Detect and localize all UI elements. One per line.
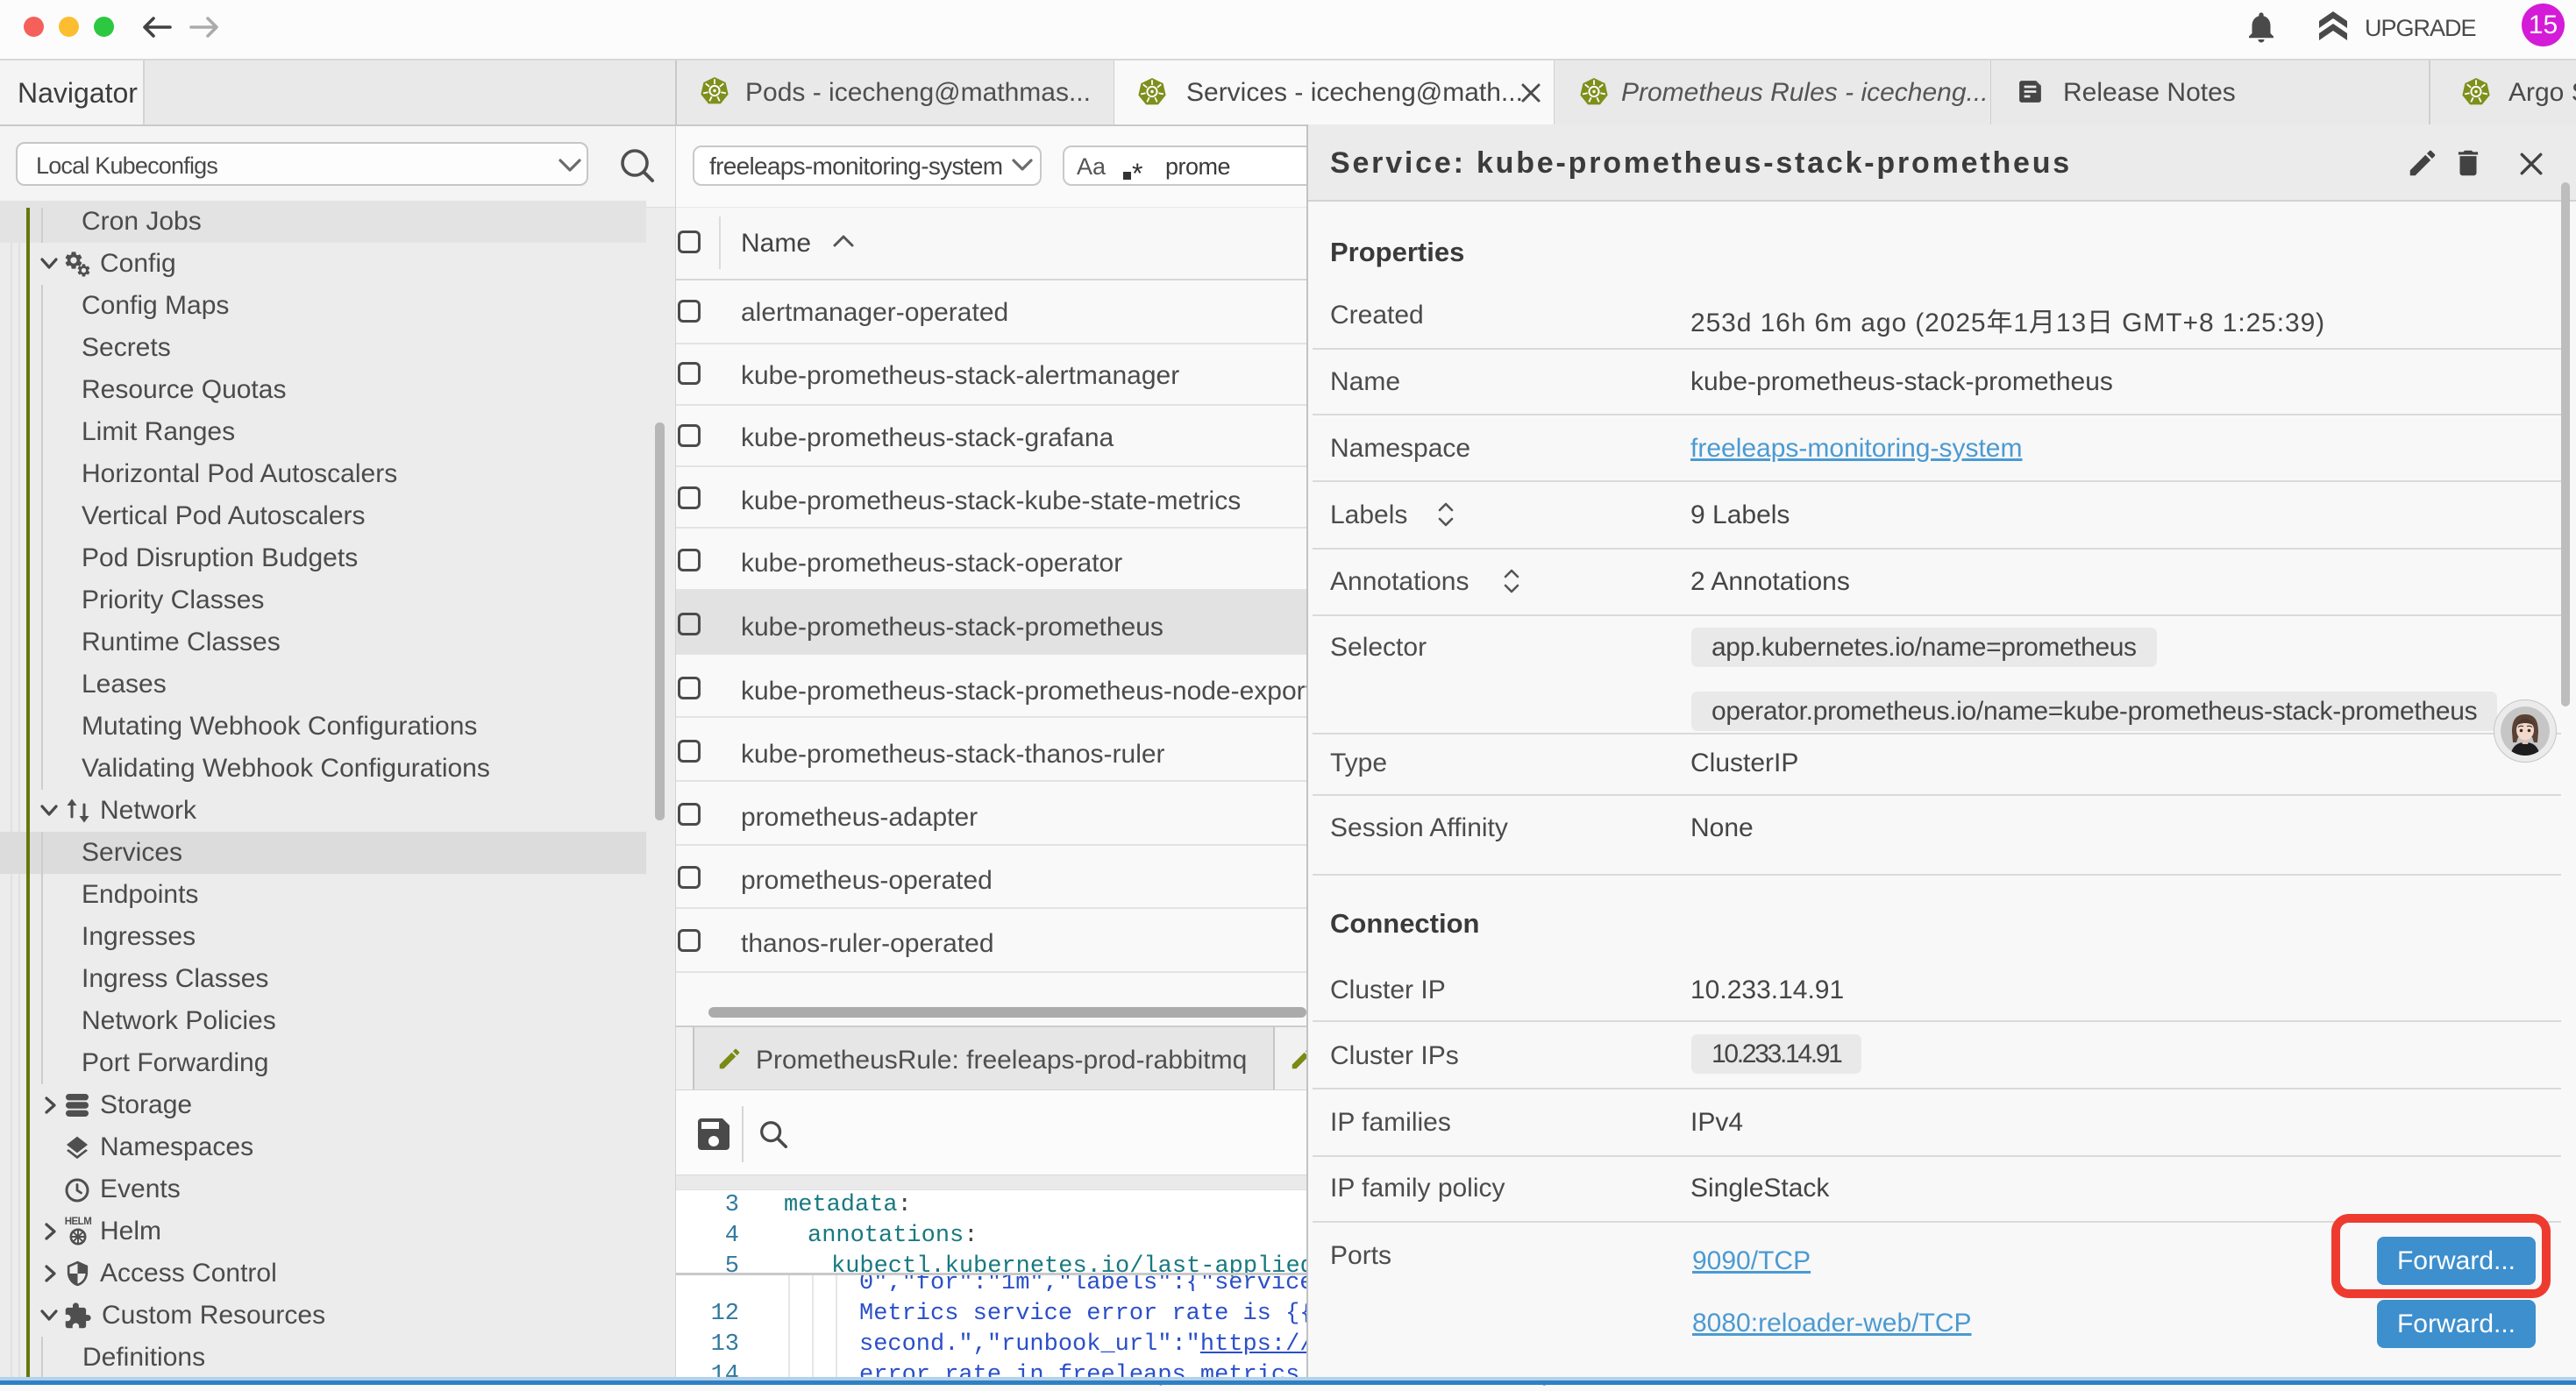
svg-text:HELM: HELM <box>65 1217 92 1227</box>
